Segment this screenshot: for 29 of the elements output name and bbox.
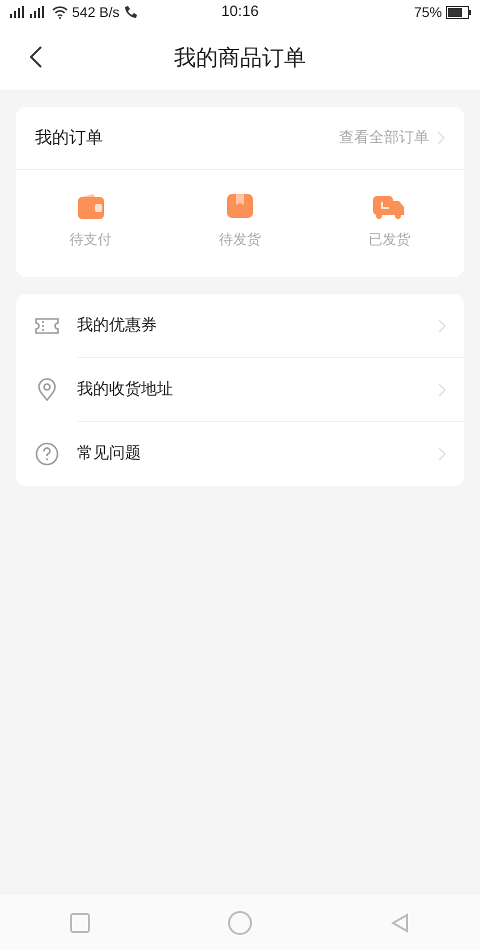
chevron-right-icon [437,131,445,145]
chevron-right-icon [438,382,446,396]
order-status-button[interactable]: 已发货 [314,191,464,256]
menu-item[interactable]: 我的收货地址 [16,358,464,422]
battery-percent: 75% [414,2,442,22]
menu-item[interactable]: 我的优惠券 [16,294,464,358]
chevron-right-icon [438,318,446,332]
view-all-orders-link[interactable]: 查看全部订单 [339,126,429,150]
back-nav-button[interactable] [390,912,410,934]
help-icon [34,442,58,466]
ticket-icon [34,316,60,336]
location-pin-icon [36,378,56,402]
back-icon [30,46,42,68]
order-status-button[interactable]: 待支付 [16,191,166,256]
section-title: 我的订单 [35,127,103,150]
back-triangle-icon [391,912,409,932]
clock: 10:16 [221,2,259,22]
network-speed: 542 B/s [72,2,120,22]
phone-icon [123,5,140,19]
wifi-icon [52,6,68,18]
box-icon [224,191,255,221]
order-status-button[interactable]: 待发货 [165,191,315,256]
battery-icon [446,6,472,18]
chevron-right-icon [438,447,446,461]
recents-button[interactable] [70,912,90,932]
menu-item[interactable]: 常见问题 [16,422,464,486]
home-button[interactable] [228,910,252,934]
page-title: 我的商品订单 [174,44,306,72]
wallet-icon [76,191,106,221]
